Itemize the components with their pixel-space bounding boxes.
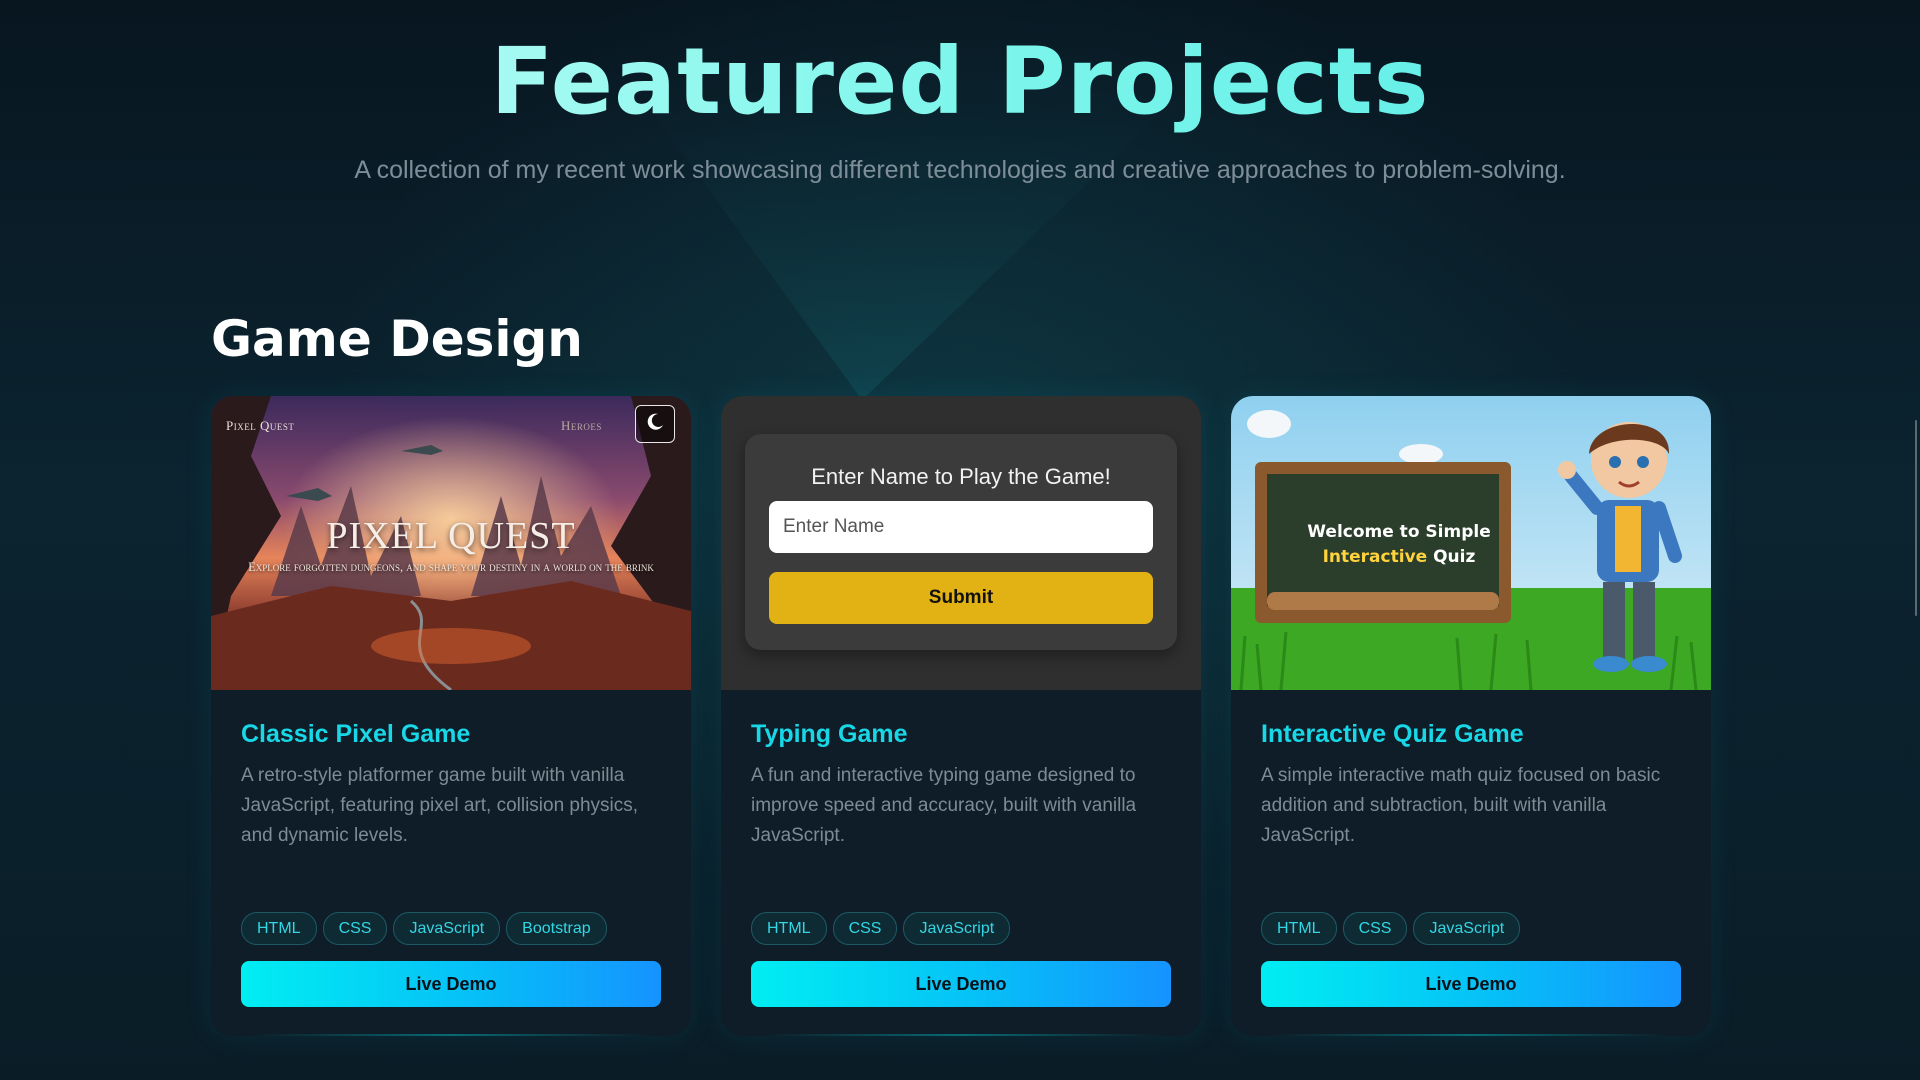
tech-tags: HTML CSS JavaScript [1261,912,1521,945]
project-title: Classic Pixel Game [241,720,471,748]
tag-html: HTML [751,912,827,945]
live-demo-button[interactable]: Live Demo [1261,961,1681,1007]
pixel-quest-tagline: Explore forgotten dungeons, and shape yo… [248,560,654,574]
project-description: A simple interactive math quiz focused o… [1261,765,1661,846]
chalkboard-line2: Interactive Quiz [1279,545,1519,570]
tag-javascript: JavaScript [903,912,1011,945]
tag-html: HTML [241,912,317,945]
project-card-pixel-game: Pixel Quest Heroes PIXEL QUEST Explore f… [211,396,691,1036]
pixel-quest-logo: Pixel Quest [226,418,295,433]
project-title: Interactive Quiz Game [1261,720,1524,748]
tag-javascript: JavaScript [1413,912,1521,945]
section-title: Game Design [211,310,583,368]
pixel-quest-headline: PIXEL QUEST [326,515,576,557]
heroes-nav-link[interactable]: Heroes [561,418,602,434]
form-heading: Enter Name to Play the Game! [811,464,1111,489]
name-form-panel: Enter Name to Play the Game! Submit [745,434,1177,650]
tag-css: CSS [832,912,898,945]
tag-bootstrap: Bootstrap [506,912,607,945]
tech-tags: HTML CSS JavaScript [751,912,1011,945]
tag-css: CSS [322,912,388,945]
tech-tags: HTML CSS JavaScript Bootstrap [241,912,607,945]
project-card-quiz-game: Welcome to Simple Interactive Quiz Inter… [1231,396,1711,1036]
page-title: Featured Projects [0,28,1920,135]
project-description: A retro-style platformer game built with… [241,765,639,846]
chalkboard-highlight: Interactive [1322,547,1428,567]
scrollbar[interactable] [1915,420,1917,616]
tag-html: HTML [1261,912,1337,945]
page-subtitle: A collection of my recent work showcasin… [354,156,1566,184]
chalkboard-text: Welcome to Simple Interactive Quiz [1279,520,1519,570]
submit-button[interactable]: Submit [769,572,1153,624]
live-demo-button[interactable]: Live Demo [751,961,1171,1007]
tag-javascript: JavaScript [393,912,501,945]
moon-icon [645,412,665,437]
project-title: Typing Game [751,720,908,748]
project-card-typing-game: Enter Name to Play the Game! Submit Typi… [721,396,1201,1036]
tag-css: CSS [1342,912,1408,945]
pixel-quest-preview: Pixel Quest Heroes PIXEL QUEST Explore f… [211,396,691,690]
chalkboard-line1: Welcome to Simple [1307,522,1491,542]
project-description: A fun and interactive typing game design… [751,765,1137,846]
name-input[interactable] [769,501,1153,553]
typing-game-preview: Enter Name to Play the Game! Submit [721,396,1201,690]
quiz-game-preview: Welcome to Simple Interactive Quiz [1231,396,1711,690]
chalkboard-word: Quiz [1433,547,1476,567]
live-demo-button[interactable]: Live Demo [241,961,661,1007]
theme-toggle-button[interactable] [635,405,675,443]
